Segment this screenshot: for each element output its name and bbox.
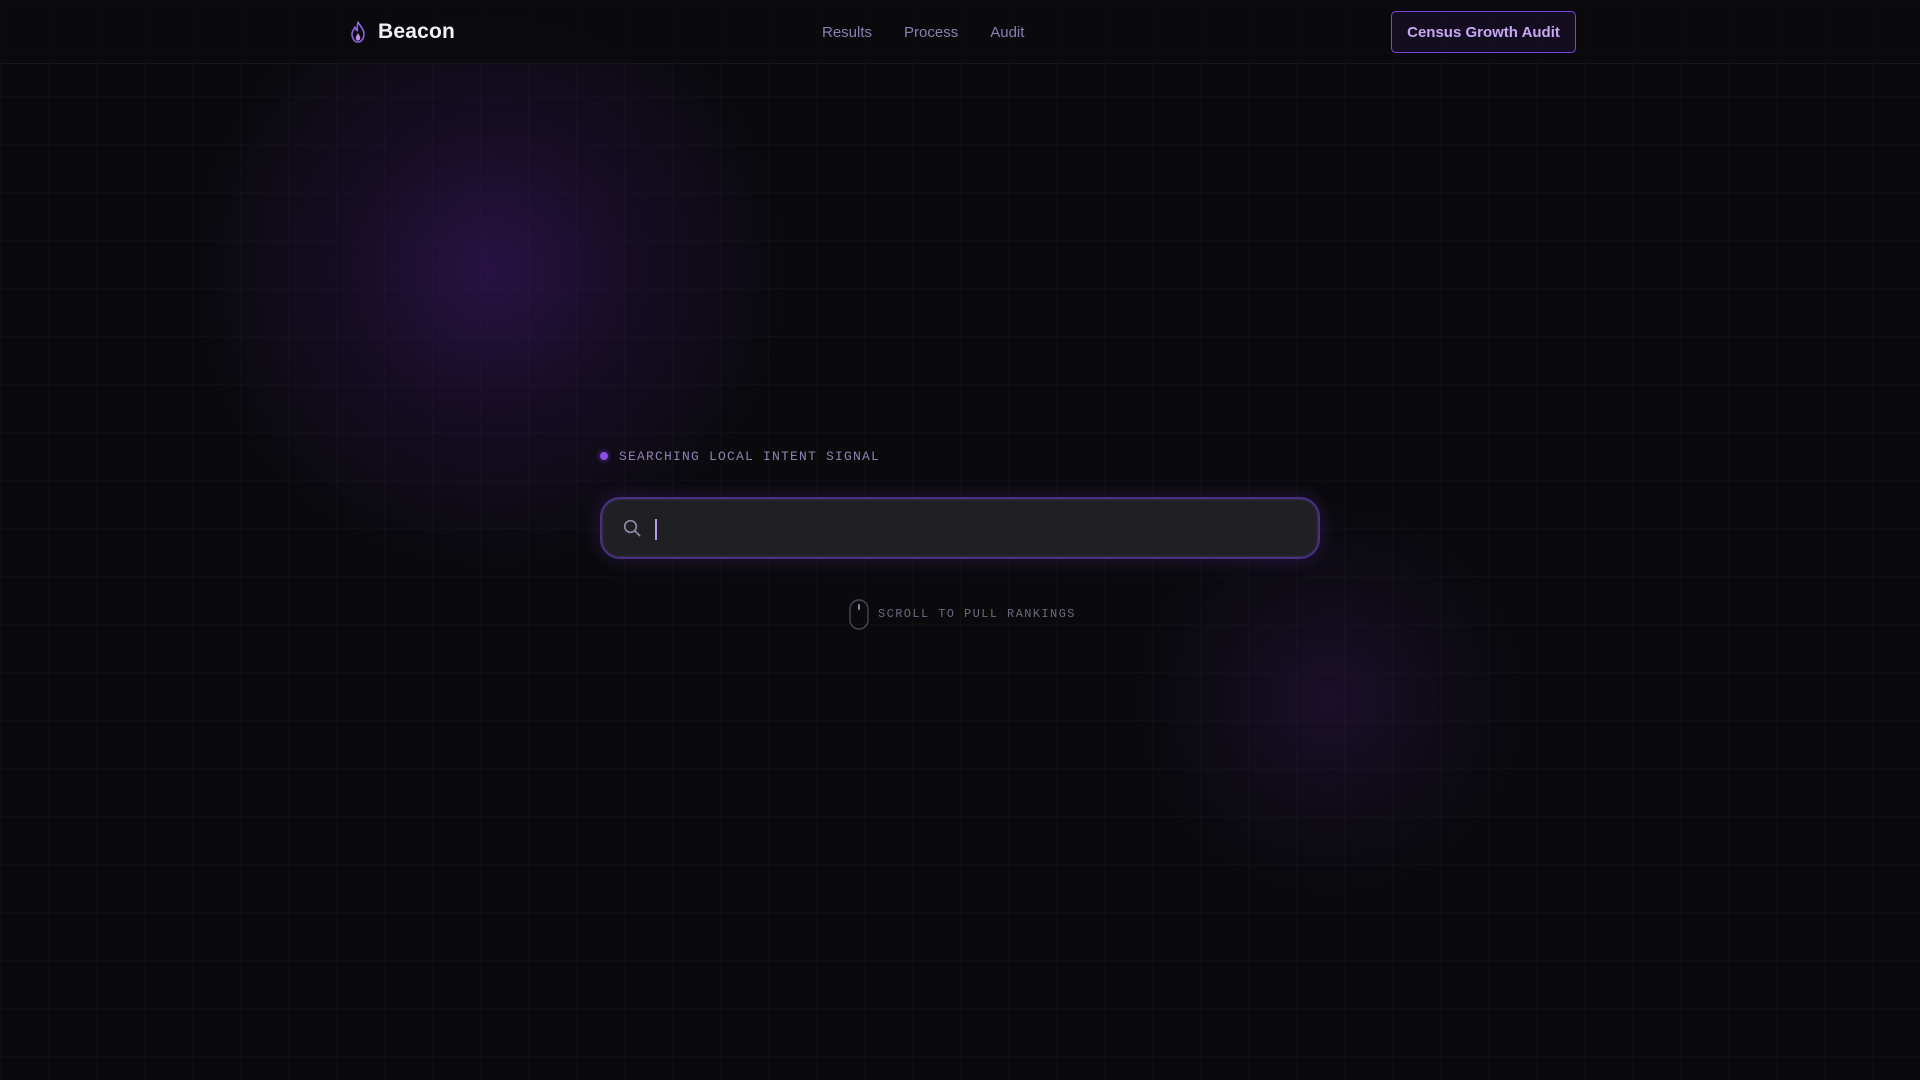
status-dot-icon: [600, 452, 608, 460]
text-caret: [655, 519, 657, 540]
brand-logo[interactable]: Beacon: [348, 0, 455, 64]
flame-icon: [351, 21, 365, 43]
mouse-icon: [849, 598, 869, 630]
scroll-hint-text: SCROLL TO PULL RANKINGS: [878, 607, 1076, 621]
nav-link-results[interactable]: Results: [822, 24, 872, 41]
nav-link-process[interactable]: Process: [904, 24, 958, 41]
search-box[interactable]: [600, 497, 1320, 559]
main-nav: Results Process Audit: [822, 0, 1024, 64]
status-indicator: SEARCHING LOCAL INTENT SIGNAL: [600, 446, 880, 466]
nav-link-audit[interactable]: Audit: [990, 24, 1024, 41]
scroll-hint: SCROLL TO PULL RANKINGS: [849, 598, 1076, 630]
landing-page: Beacon Results Process Audit Census Grow…: [0, 0, 1920, 1080]
status-text: SEARCHING LOCAL INTENT SIGNAL: [619, 448, 881, 464]
brand-name: Beacon: [378, 20, 456, 43]
top-nav-bar: Beacon Results Process Audit Census Grow…: [0, 0, 1920, 64]
census-growth-audit-button[interactable]: Census Growth Audit: [1391, 11, 1576, 53]
search-input[interactable]: [656, 513, 1318, 543]
search-icon: [623, 519, 641, 537]
